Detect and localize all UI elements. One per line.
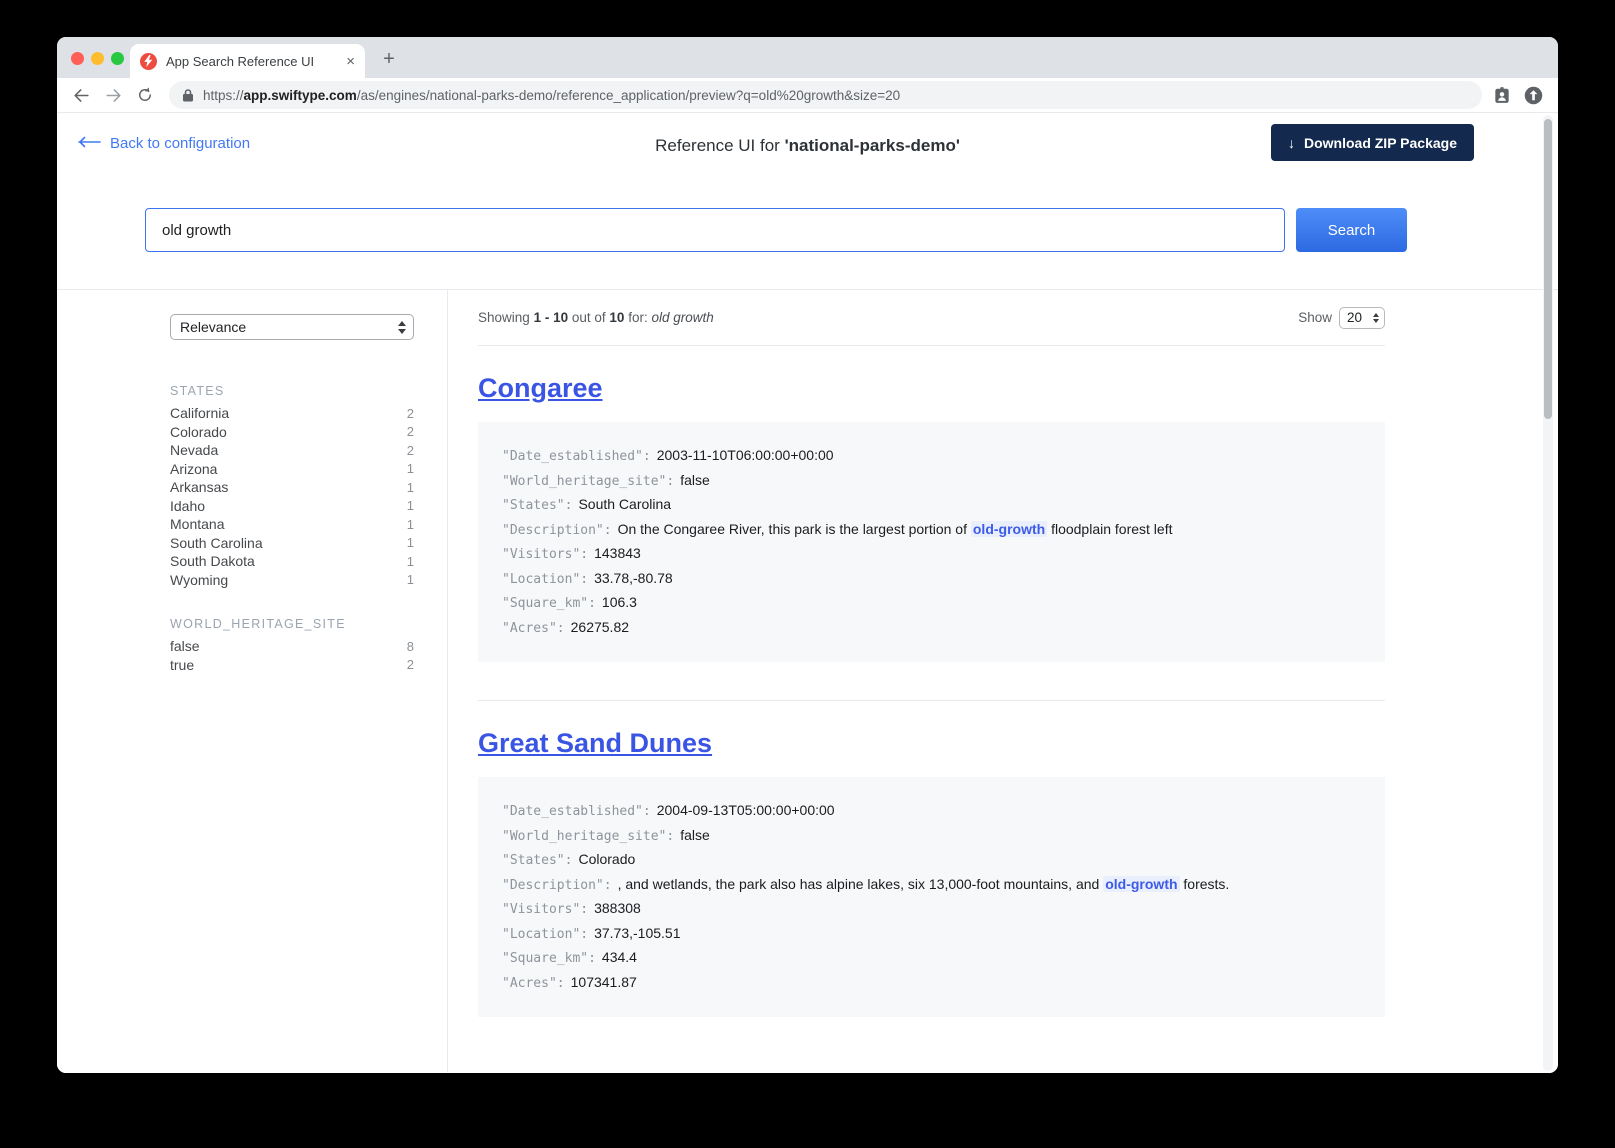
app-page: Back to configuration Reference UI for '…	[57, 113, 1558, 1073]
download-icon: ↓	[1288, 135, 1295, 151]
facet-item[interactable]: Montana1	[170, 515, 414, 534]
facet-title: WORLD_HERITAGE_SITE	[170, 617, 414, 631]
page-scrollbar	[1543, 115, 1553, 1071]
swiftype-favicon-icon	[140, 53, 157, 70]
page-size-select[interactable]: 20	[1339, 307, 1385, 329]
result-field: "States":Colorado	[502, 848, 1361, 873]
facet-count: 1	[407, 554, 414, 569]
facet-item[interactable]: California2	[170, 404, 414, 423]
facet-count: 1	[407, 461, 414, 476]
download-zip-button[interactable]: ↓ Download ZIP Package	[1271, 124, 1474, 161]
result-field: "Description":On the Congaree River, thi…	[502, 518, 1361, 543]
facet-item[interactable]: Idaho1	[170, 497, 414, 516]
facet-count: 2	[407, 406, 414, 421]
back-button[interactable]	[67, 81, 95, 109]
result-field: "Date_established":2003-11-10T06:00:00+0…	[502, 444, 1361, 469]
browser-tab-bar: App Search Reference UI × +	[57, 37, 1558, 78]
search-input[interactable]	[145, 208, 1285, 252]
result-title-link[interactable]: Great Sand Dunes	[478, 728, 712, 759]
select-stepper-icon	[398, 321, 406, 334]
facet-item[interactable]: Arizona1	[170, 460, 414, 479]
url-bar[interactable]: https://app.swiftype.com/as/engines/nati…	[169, 81, 1482, 109]
results-meta-row: Showing 1 - 10 out of 10 for: old growth…	[478, 290, 1385, 346]
facet-item[interactable]: South Dakota1	[170, 552, 414, 571]
sort-select[interactable]: Relevance	[170, 314, 414, 340]
forward-button[interactable]	[99, 81, 127, 109]
browser-window: App Search Reference UI × + https://app.…	[57, 37, 1558, 1073]
results-summary: Showing 1 - 10 out of 10 for: old growth	[478, 310, 714, 325]
result-field: "Square_km":434.4	[502, 946, 1361, 971]
reload-button[interactable]	[131, 81, 159, 109]
result-field: "World_heritage_site":false	[502, 824, 1361, 849]
result-field: "Acres":26275.82	[502, 616, 1361, 641]
result-field: "World_heritage_site":false	[502, 469, 1361, 494]
result-title-link[interactable]: Congaree	[478, 373, 603, 404]
result-field: "Location":37.73,-105.51	[502, 922, 1361, 947]
result-field: "Visitors":388308	[502, 897, 1361, 922]
select-stepper-icon	[1373, 313, 1379, 323]
minimize-window-button[interactable]	[91, 52, 104, 65]
search-section: Search	[57, 180, 1558, 290]
facet-item[interactable]: false8	[170, 637, 414, 656]
facet-sidebar: Relevance STATES California2 Colorado2 N…	[57, 290, 448, 1072]
facet-item[interactable]: Nevada2	[170, 441, 414, 460]
engine-name: 'national-parks-demo'	[785, 136, 960, 155]
result-fields-block: "Date_established":2004-09-13T05:00:00+0…	[478, 777, 1385, 1017]
result-divider	[478, 700, 1385, 701]
result-field: "Description":, and wetlands, the park a…	[502, 873, 1361, 898]
result-field: "States":South Carolina	[502, 493, 1361, 518]
sort-select-value: Relevance	[180, 319, 246, 335]
facet-states: STATES California2 Colorado2 Nevada2 Ari…	[170, 384, 414, 589]
lock-icon	[182, 88, 194, 102]
facet-item[interactable]: Wyoming1	[170, 571, 414, 590]
facet-count: 2	[407, 443, 414, 458]
query-echo: old growth	[651, 310, 713, 325]
facet-count: 1	[407, 517, 414, 532]
result-field: "Date_established":2004-09-13T05:00:00+0…	[502, 799, 1361, 824]
zoom-window-button[interactable]	[111, 52, 124, 65]
query-highlight: old-growth	[1103, 876, 1179, 892]
close-window-button[interactable]	[71, 52, 84, 65]
page-size-control: Show 20	[1298, 307, 1385, 329]
search-button[interactable]: Search	[1296, 208, 1407, 252]
content-row: Relevance STATES California2 Colorado2 N…	[57, 290, 1558, 1072]
result-field: "Square_km":106.3	[502, 591, 1361, 616]
result-field: "Visitors":143843	[502, 542, 1361, 567]
facet-item[interactable]: Arkansas1	[170, 478, 414, 497]
facet-world-heritage-site: WORLD_HERITAGE_SITE false8 true2	[170, 617, 414, 674]
toolbar-actions	[1492, 85, 1548, 106]
facet-item[interactable]: South Carolina1	[170, 534, 414, 553]
scrollbar-thumb[interactable]	[1544, 119, 1552, 419]
browser-toolbar: https://app.swiftype.com/as/engines/nati…	[57, 78, 1558, 113]
app-header: Back to configuration Reference UI for '…	[57, 113, 1558, 180]
profile-icon[interactable]	[1492, 85, 1512, 105]
facet-count: 8	[407, 639, 414, 654]
result-field: "Acres":107341.87	[502, 971, 1361, 996]
tab-title: App Search Reference UI	[166, 54, 340, 69]
update-arrow-icon[interactable]	[1523, 85, 1544, 106]
browser-tab[interactable]: App Search Reference UI ×	[130, 44, 365, 78]
facet-count: 2	[407, 657, 414, 672]
url-text: https://app.swiftype.com/as/engines/nati…	[203, 88, 900, 103]
facet-count: 1	[407, 535, 414, 550]
query-highlight: old-growth	[971, 521, 1047, 537]
facet-count: 1	[407, 480, 414, 495]
result-fields-block: "Date_established":2003-11-10T06:00:00+0…	[478, 422, 1385, 662]
facet-count: 1	[407, 498, 414, 513]
new-tab-button[interactable]: +	[377, 47, 401, 71]
tab-close-icon[interactable]: ×	[340, 53, 355, 70]
desktop-background: App Search Reference UI × + https://app.…	[0, 0, 1615, 1148]
result-field: "Location":33.78,-80.78	[502, 567, 1361, 592]
facet-count: 2	[407, 424, 414, 439]
facet-count: 1	[407, 572, 414, 587]
results-main: Showing 1 - 10 out of 10 for: old growth…	[448, 290, 1558, 1072]
facet-item[interactable]: true2	[170, 656, 414, 675]
facet-title: STATES	[170, 384, 414, 398]
facet-item[interactable]: Colorado2	[170, 423, 414, 442]
